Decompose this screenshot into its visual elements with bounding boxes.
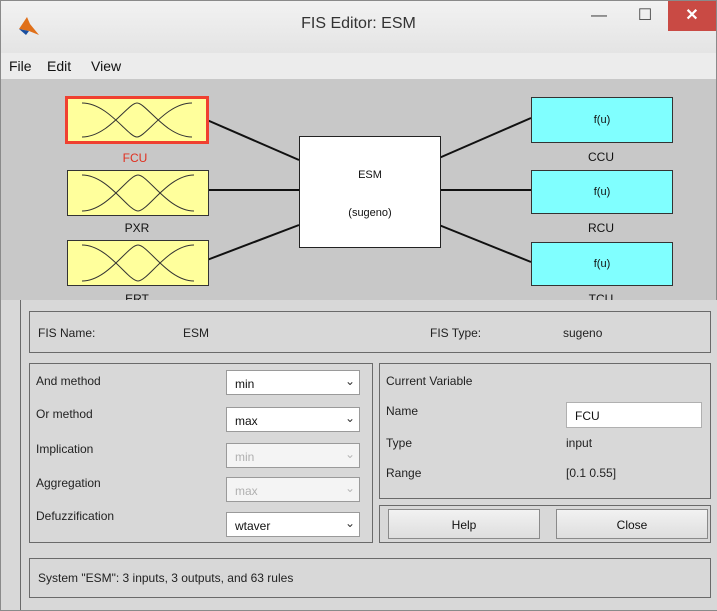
output-label-ccu: CCU (588, 150, 614, 164)
input-label-ert: ERT (125, 292, 149, 300)
help-button[interactable]: Help (388, 509, 540, 539)
implication-value: min (235, 450, 255, 464)
variable-name-field[interactable]: FCU (566, 402, 702, 428)
output-ccu-box[interactable]: f(u) (531, 97, 673, 143)
fis-info-panel: FIS Name: ESM FIS Type: sugeno (29, 311, 711, 353)
output-rcu-box[interactable]: f(u) (531, 170, 673, 214)
and-method-label: And method (36, 374, 101, 388)
fis-name-value: ESM (183, 326, 210, 340)
close-window-button[interactable]: ✕ (668, 1, 716, 31)
menu-bar: File Edit View (1, 53, 716, 80)
and-method-select[interactable]: min ⌄ (226, 370, 360, 395)
output-function-text: f(u) (593, 114, 611, 126)
or-method-label: Or method (36, 407, 93, 421)
output-tcu-box[interactable]: f(u) (531, 242, 673, 286)
close-button[interactable]: Close (556, 509, 708, 539)
input-label-pxr: PXR (124, 221, 150, 235)
minimize-button[interactable]: — (576, 1, 622, 31)
chevron-down-icon: ⌄ (344, 481, 355, 495)
chevron-down-icon: ⌄ (344, 447, 355, 461)
fis-system-box[interactable]: ESM (sugeno) (299, 136, 441, 248)
current-variable-panel: Current Variable Name FCU Type input Ran… (379, 363, 711, 499)
fis-type-label: FIS Type: (430, 326, 482, 340)
menu-file[interactable]: File (9, 58, 32, 74)
fis-name-label: FIS Name: (38, 326, 96, 340)
methods-panel: And method min ⌄ Or method max ⌄ Implica… (29, 363, 373, 543)
status-text: System "ESM": 3 inputs, 3 outputs, and 6… (38, 571, 294, 585)
input-fcu-box[interactable] (65, 96, 209, 144)
range-value: [0.1 0.55] (566, 466, 617, 480)
current-variable-title: Current Variable (386, 374, 473, 388)
variable-name-value: FCU (575, 409, 600, 423)
output-label-rcu: RCU (588, 221, 614, 235)
status-panel: System "ESM": 3 inputs, 3 outputs, and 6… (29, 558, 711, 598)
maximize-button[interactable]: ☐ (622, 1, 668, 31)
defuzzification-label: Defuzzification (36, 509, 115, 523)
membership-functions-icon (81, 244, 195, 282)
type-label: Type (386, 436, 413, 450)
output-function-text: f(u) (593, 186, 611, 198)
aggregation-select: max ⌄ (226, 477, 360, 502)
range-label: Range (386, 466, 422, 480)
menu-view[interactable]: View (91, 58, 121, 74)
output-function-text: f(u) (593, 258, 611, 270)
and-method-value: min (235, 377, 255, 391)
or-method-value: max (235, 414, 258, 428)
menu-edit[interactable]: Edit (47, 58, 71, 74)
output-label-tcu: TCU (588, 292, 614, 300)
chevron-down-icon: ⌄ (344, 516, 355, 530)
fis-editor-window: FIS Editor: ESM — ☐ ✕ File Edit View FCU (0, 0, 717, 611)
name-label: Name (386, 404, 419, 418)
defuzzification-select[interactable]: wtaver ⌄ (226, 512, 360, 537)
fis-type-value: sugeno (563, 326, 603, 340)
defuzzification-value: wtaver (235, 519, 271, 533)
chevron-down-icon: ⌄ (344, 374, 355, 388)
title-bar[interactable]: FIS Editor: ESM — ☐ ✕ (1, 1, 716, 53)
fis-box-name: ESM (358, 169, 382, 181)
control-area: FIS Name: ESM FIS Type: sugeno And metho… (20, 300, 717, 610)
implication-label: Implication (36, 442, 94, 456)
fis-box-type: (sugeno) (348, 207, 392, 219)
buttons-panel: Help Close (379, 505, 711, 543)
fis-diagram: FCU PXR ERT ESM (sugeno) f(u) CCU f(u) R… (1, 80, 716, 300)
aggregation-label: Aggregation (36, 476, 101, 490)
aggregation-value: max (235, 484, 258, 498)
input-label-fcu: FCU (122, 151, 148, 165)
implication-select: min ⌄ (226, 443, 360, 468)
or-method-select[interactable]: max ⌄ (226, 407, 360, 432)
type-value: input (566, 436, 593, 450)
membership-functions-icon (81, 102, 193, 138)
membership-functions-icon (81, 174, 195, 212)
chevron-down-icon: ⌄ (344, 411, 355, 425)
input-ert-box[interactable] (67, 240, 209, 286)
input-pxr-box[interactable] (67, 170, 209, 216)
